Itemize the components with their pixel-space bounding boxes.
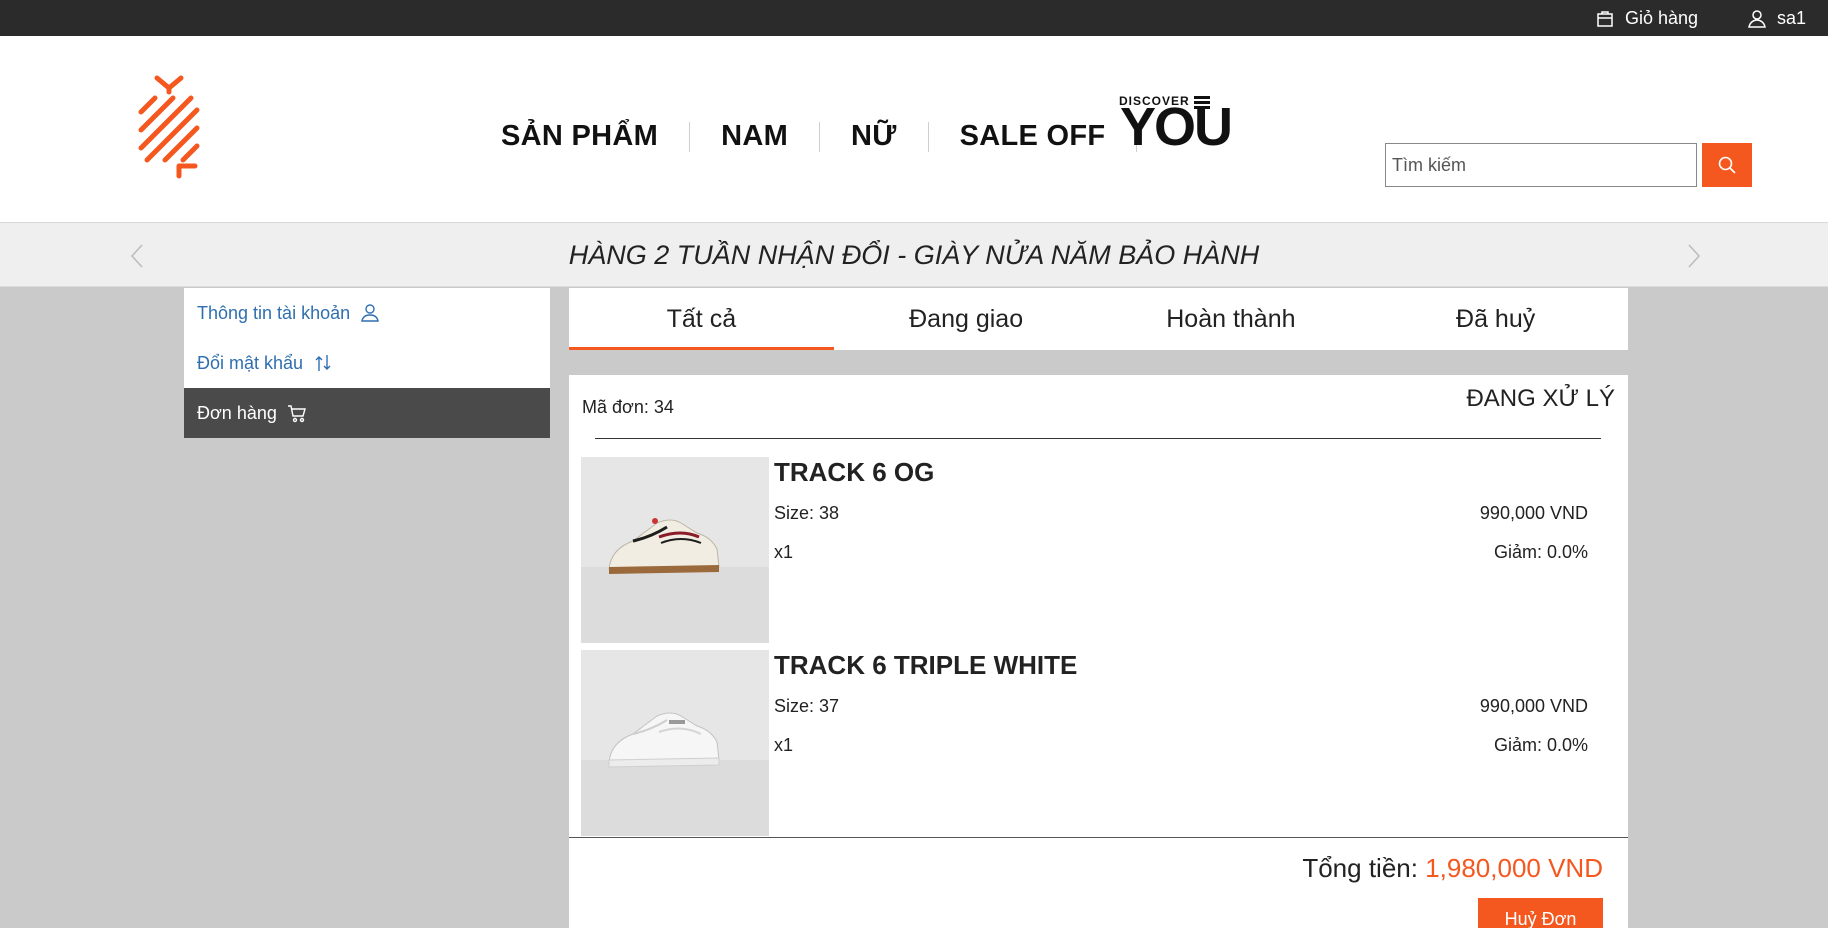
order-code: Mã đơn: 34 (582, 397, 674, 417)
product-quantity: x1 (774, 735, 794, 755)
sidebar-item-orders[interactable]: Đơn hàng (184, 388, 550, 438)
user-icon (361, 304, 379, 322)
sidebar-item-label: Đơn hàng (197, 402, 277, 423)
top-bar: Giỏ hàng sa1 (0, 0, 1828, 36)
order-divider (595, 438, 1601, 439)
order-card: Mã đơn: 34 ĐANG XỬ LÝ TRACK 6 OG Size: 3… (569, 375, 1628, 928)
username: sa1 (1777, 7, 1807, 28)
cart-label: Giỏ hàng (1625, 7, 1699, 28)
banner-text: HÀNG 2 TUẦN NHẬN ĐỔI - GIÀY NỬA NĂM BẢO … (568, 240, 1260, 270)
product-image[interactable] (581, 457, 769, 643)
chevron-right-icon[interactable] (1683, 243, 1703, 269)
nav-sale-off[interactable]: SALE OFF (929, 120, 1137, 153)
product-name[interactable]: TRACK 6 TRIPLE WHITE (774, 650, 1077, 681)
account-sidebar: Thông tin tài khoản Đổi mật khẩu Đơn hàn… (184, 288, 550, 438)
product-name[interactable]: TRACK 6 OG (774, 457, 934, 488)
nav-products[interactable]: SẢN PHẨM (470, 120, 689, 153)
cancel-order-button[interactable]: Huỷ Đơn (1478, 898, 1603, 928)
product-discount: Giảm: 0.0% (1493, 542, 1588, 562)
order-item: TRACK 6 TRIPLE WHITE Size: 37 x1 990,000… (581, 650, 1621, 836)
main-nav: SẢN PHẨM NAM NỮ SALE OFF (470, 120, 1138, 153)
tab-all[interactable]: Tất cả (569, 288, 834, 350)
product-size: Size: 38 (774, 503, 840, 523)
order-tabs: Tất cả Đang giao Hoàn thành Đã huỷ (569, 288, 1628, 350)
tab-completed[interactable]: Hoàn thành (1099, 288, 1364, 350)
user-menu[interactable]: sa1 (1747, 0, 1806, 36)
sidebar-item-change-password[interactable]: Đổi mật khẩu (184, 338, 550, 388)
sidebar-item-label: Đổi mật khẩu (197, 352, 304, 373)
product-quantity: x1 (774, 542, 794, 562)
order-item: TRACK 6 OG Size: 38 x1 990,000 VND Giảm:… (581, 457, 1621, 643)
cart-icon (287, 405, 306, 423)
order-total: Tổng tiền: 1,980,000 VND (1302, 853, 1603, 884)
site-header: SẢN PHẨM NAM NỮ SALE OFF DISCOVER YOU (0, 36, 1828, 223)
nav-women[interactable]: NỮ (820, 120, 928, 153)
tab-cancelled[interactable]: Đã huỷ (1363, 288, 1628, 350)
discover-big-text: YOU (1120, 97, 1233, 157)
product-image[interactable] (581, 650, 769, 836)
sidebar-item-label: Thông tin tài khoản (197, 302, 351, 323)
cart-link[interactable]: Giỏ hàng (1595, 0, 1698, 36)
promo-banner: HÀNG 2 TUẦN NHẬN ĐỔI - GIÀY NỬA NĂM BẢO … (0, 223, 1828, 287)
sidebar-item-account-info[interactable]: Thông tin tài khoản (184, 288, 550, 338)
order-status: ĐANG XỬ LÝ (1466, 385, 1615, 412)
search-icon (1718, 156, 1736, 174)
discover-you-logo[interactable]: DISCOVER YOU (1118, 94, 1233, 157)
product-price: 990,000 VND (1479, 696, 1588, 716)
user-icon (1748, 10, 1766, 28)
product-price: 990,000 VND (1479, 503, 1588, 523)
shopping-bag-icon (1597, 11, 1613, 27)
order-footer-divider (569, 837, 1628, 838)
search-input[interactable] (1385, 143, 1697, 187)
swap-arrows-icon (315, 355, 331, 371)
total-amount: 1,980,000 VND (1425, 853, 1603, 883)
brand-logo[interactable] (135, 72, 205, 182)
product-discount: Giảm: 0.0% (1493, 735, 1588, 755)
total-label: Tổng tiền: (1302, 853, 1426, 883)
search-button[interactable] (1702, 143, 1752, 187)
tab-shipping[interactable]: Đang giao (834, 288, 1099, 350)
nav-men[interactable]: NAM (690, 120, 819, 153)
product-size: Size: 37 (774, 696, 840, 716)
